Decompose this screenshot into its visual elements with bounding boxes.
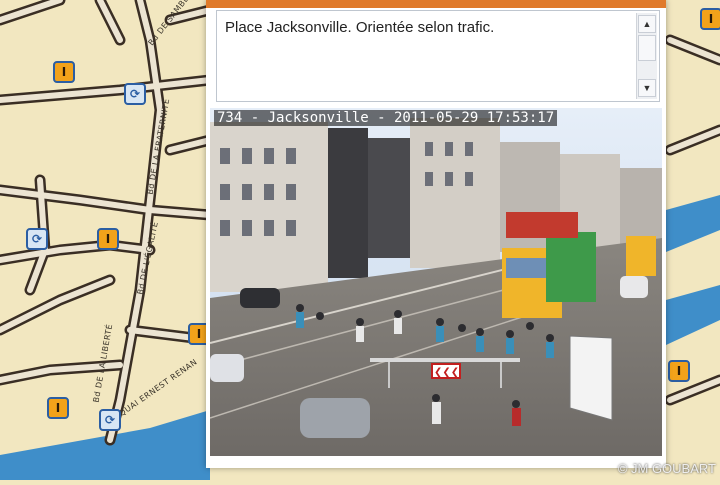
info-icon: I (676, 364, 682, 378)
info-icon: I (55, 401, 61, 415)
camera-icon: ⟳ (129, 87, 141, 101)
camera-description: Place Jacksonville. Orientée selon trafi… (225, 19, 495, 36)
camera-icon: ⟳ (31, 232, 43, 246)
info-marker[interactable]: I (47, 397, 69, 419)
description-box: Place Jacksonville. Orientée selon trafi… (216, 10, 660, 102)
copyright-watermark: © JM GOUBART (617, 461, 716, 476)
popup-titlebar (206, 0, 666, 8)
scroll-down-button[interactable]: ▼ (638, 79, 656, 97)
info-icon: I (196, 327, 202, 341)
info-marker[interactable]: I (97, 228, 119, 250)
camera-marker[interactable]: ⟳ (124, 83, 146, 105)
scroll-thumb[interactable] (638, 35, 656, 61)
description-scrollbar[interactable]: ▲ ▼ (636, 13, 657, 99)
camera-marker[interactable]: ⟳ (26, 228, 48, 250)
camera-marker[interactable]: ⟳ (99, 409, 121, 431)
info-icon: I (61, 65, 67, 79)
info-marker[interactable]: I (668, 360, 690, 382)
camera-icon: ⟳ (104, 413, 116, 427)
barrier-sign: ❮❮❮ (434, 367, 459, 378)
camera-caption: 734 - Jacksonville - 2011-05-29 17:53:17 (214, 110, 558, 126)
camera-image: ❮❮❮ 734 - Jacksonville - 2011-05-29 17:5 (210, 108, 662, 456)
info-marker[interactable]: I (53, 61, 75, 83)
camera-popup: Place Jacksonville. Orientée selon trafi… (206, 0, 666, 468)
camera-scene: ❮❮❮ (210, 108, 662, 456)
info-icon: I (708, 12, 714, 26)
info-icon: I (105, 232, 111, 246)
scroll-up-button[interactable]: ▲ (638, 15, 656, 33)
info-marker[interactable]: I (700, 8, 720, 30)
